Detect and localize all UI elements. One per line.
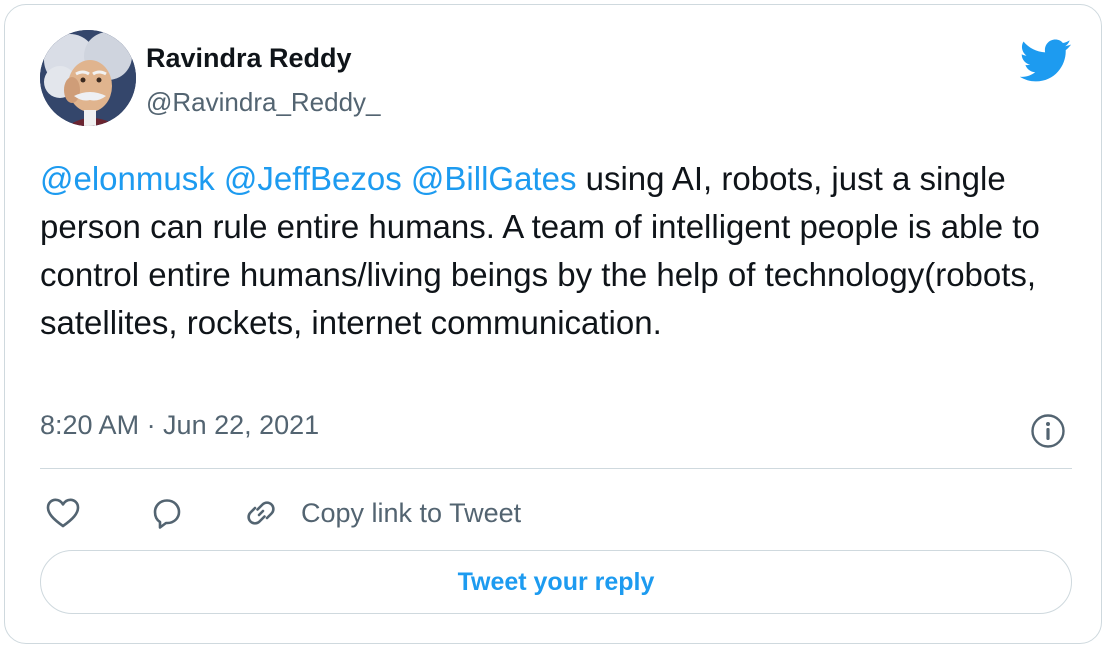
twitter-bird-icon[interactable]	[1019, 39, 1072, 83]
tweet-timestamp[interactable]: 8:20 AM · Jun 22, 2021	[40, 410, 319, 441]
link-icon	[247, 501, 275, 525]
heart-icon	[46, 498, 80, 528]
mention-elonmusk[interactable]: @elonmusk	[40, 160, 215, 197]
author-name[interactable]: Ravindra Reddy	[146, 43, 352, 74]
reply-button[interactable]	[149, 490, 185, 536]
avatar[interactable]	[40, 30, 136, 126]
avatar-image	[40, 30, 136, 126]
like-button[interactable]	[45, 490, 81, 536]
divider	[40, 468, 1072, 469]
author-handle[interactable]: @Ravindra_Reddy_	[146, 87, 381, 118]
speech-bubble-icon	[153, 499, 181, 529]
info-icon[interactable]	[1030, 413, 1066, 449]
mention-jeffbezos[interactable]: @JeffBezos	[224, 160, 402, 197]
copy-link-button[interactable]: Copy link to Tweet	[243, 490, 521, 536]
tweet-card: Ravindra Reddy @Ravindra_Reddy_ @elonmus…	[4, 4, 1102, 644]
mention-billgates[interactable]: @BillGates	[411, 160, 577, 197]
tweet-your-reply-button[interactable]: Tweet your reply	[40, 550, 1072, 614]
tweet-text: @elonmusk @JeffBezos @BillGates using AI…	[40, 155, 1070, 347]
copy-link-label[interactable]: Copy link to Tweet	[301, 498, 521, 529]
